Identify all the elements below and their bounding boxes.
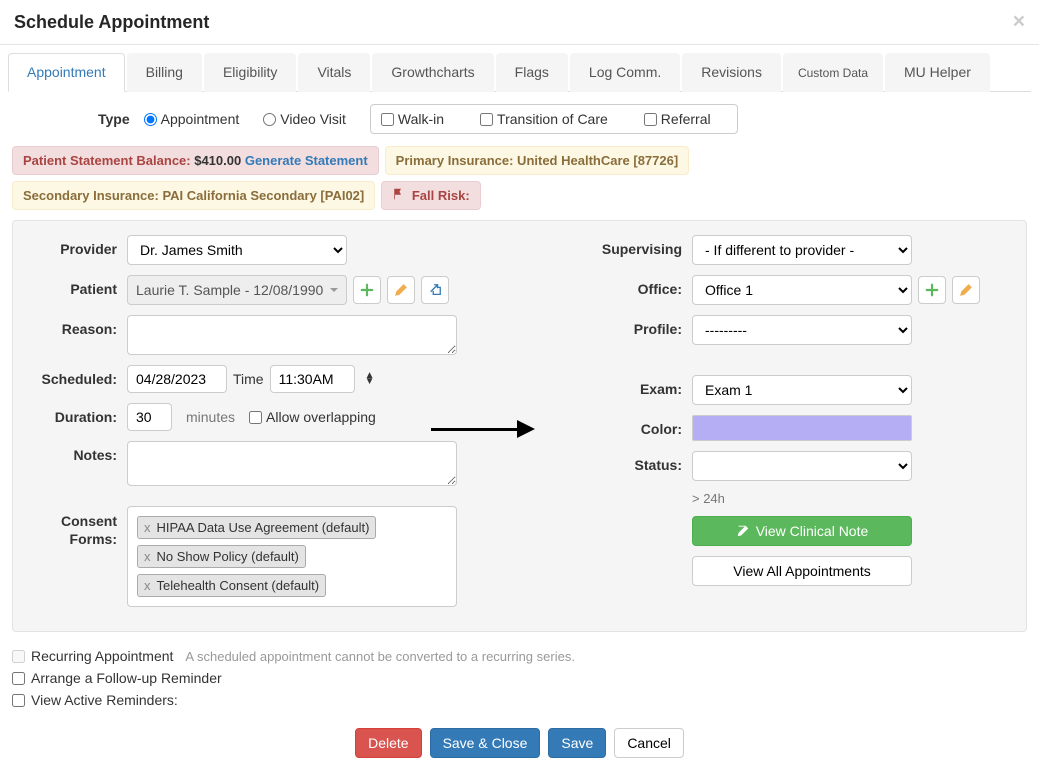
notes-textarea[interactable] [127, 441, 457, 486]
form-well: Provider Dr. James Smith Patient Laurie … [12, 220, 1027, 632]
recurring-note: A scheduled appointment cannot be conver… [185, 649, 575, 664]
chevron-down-icon [330, 288, 338, 292]
reason-label: Reason: [27, 315, 127, 337]
footer-buttons: Delete Save & Close Save Cancel [8, 720, 1031, 766]
profile-label: Profile: [592, 315, 692, 337]
save-close-button[interactable]: Save & Close [430, 728, 541, 758]
edit-icon [736, 524, 750, 538]
check-walkin[interactable]: Walk-in [381, 111, 444, 127]
exam-label: Exam: [592, 375, 692, 397]
tab-billing[interactable]: Billing [127, 53, 202, 92]
radio-appointment[interactable]: Appointment [144, 111, 240, 127]
followup-label: Arrange a Follow-up Reminder [31, 670, 222, 686]
consent-forms-box[interactable]: xHIPAA Data Use Agreement (default) xNo … [127, 506, 457, 607]
exam-select[interactable]: Exam 1 [692, 375, 912, 405]
consent-tag: xTelehealth Consent (default) [137, 574, 326, 597]
edit-office-button[interactable] [952, 276, 980, 304]
tab-flags[interactable]: Flags [496, 53, 568, 92]
tab-vitals[interactable]: Vitals [298, 53, 370, 92]
provider-select[interactable]: Dr. James Smith [127, 235, 347, 265]
check-transition[interactable]: Transition of Care [480, 111, 608, 127]
provider-label: Provider [27, 235, 127, 257]
modal-header: Schedule Appointment × [0, 0, 1039, 45]
gt24-text: > 24h [692, 491, 725, 506]
duration-label: Duration: [27, 403, 127, 425]
patient-select[interactable]: Laurie T. Sample - 12/08/1990 [127, 275, 347, 305]
recurring-checkbox [12, 650, 25, 663]
reason-textarea[interactable] [127, 315, 457, 355]
right-column: Supervising - If different to provider -… [592, 235, 1012, 617]
alert-badges: Patient Statement Balance: $410.00 Gener… [8, 146, 1031, 210]
time-spinner[interactable]: ▲▼ [365, 373, 375, 385]
add-office-button[interactable] [918, 276, 946, 304]
tab-bar: Appointment Billing Eligibility Vitals G… [8, 53, 1031, 92]
active-reminders-label: View Active Reminders: [31, 692, 178, 708]
status-label: Status: [592, 451, 692, 473]
schedule-appointment-modal: Schedule Appointment × Appointment Billi… [0, 0, 1039, 774]
flag-icon [392, 188, 408, 203]
secondary-insurance-alert: Secondary Insurance: PAI California Seco… [12, 181, 375, 210]
time-input[interactable] [270, 365, 355, 393]
fall-risk-alert: Fall Risk: [381, 181, 480, 210]
recurring-section: Recurring Appointment A scheduled appoin… [8, 642, 1031, 720]
balance-alert: Patient Statement Balance: $410.00 Gener… [12, 146, 379, 175]
modal-body: Appointment Billing Eligibility Vitals G… [0, 45, 1039, 774]
duration-input[interactable] [127, 403, 172, 431]
supervising-label: Supervising [592, 235, 692, 257]
recurring-label: Recurring Appointment [31, 648, 173, 664]
cancel-button[interactable]: Cancel [614, 728, 684, 758]
office-label: Office: [592, 275, 692, 297]
type-checks: Walk-in Transition of Care Referral [370, 104, 738, 134]
close-icon[interactable]: × [1013, 10, 1025, 34]
date-input[interactable] [127, 365, 227, 393]
tab-growthcharts[interactable]: Growthcharts [372, 53, 493, 92]
type-row: Type Appointment Video Visit Walk-in Tra… [8, 92, 1031, 146]
scheduled-label: Scheduled: [27, 365, 127, 387]
overlap-check[interactable]: Allow overlapping [249, 409, 376, 425]
supervising-select[interactable]: - If different to provider - [692, 235, 912, 265]
consent-label: Consent Forms: [27, 506, 127, 548]
view-all-appointments-button[interactable]: View All Appointments [692, 556, 912, 586]
delete-button[interactable]: Delete [355, 728, 421, 758]
modal-title: Schedule Appointment [14, 12, 209, 33]
active-reminders-checkbox[interactable] [12, 694, 25, 707]
color-label: Color: [592, 415, 692, 437]
generate-statement-link[interactable]: Generate Statement [245, 153, 368, 168]
annotation-arrow [431, 417, 541, 441]
share-patient-button[interactable] [421, 276, 449, 304]
remove-tag-icon[interactable]: x [144, 549, 151, 564]
color-picker[interactable] [692, 415, 912, 441]
primary-insurance-alert: Primary Insurance: United HealthCare [87… [385, 146, 690, 175]
check-referral[interactable]: Referral [644, 111, 711, 127]
add-patient-button[interactable] [353, 276, 381, 304]
office-select[interactable]: Office 1 [692, 275, 912, 305]
notes-label: Notes: [27, 441, 127, 463]
tab-customdata[interactable]: Custom Data [783, 53, 883, 92]
view-clinical-note-button[interactable]: View Clinical Note [692, 516, 912, 546]
time-label: Time [233, 371, 264, 387]
patient-label: Patient [27, 275, 127, 297]
tab-revisions[interactable]: Revisions [682, 53, 781, 92]
edit-patient-button[interactable] [387, 276, 415, 304]
radio-video-visit[interactable]: Video Visit [263, 111, 346, 127]
tab-eligibility[interactable]: Eligibility [204, 53, 296, 92]
save-button[interactable]: Save [548, 728, 606, 758]
chevron-down-icon[interactable]: ▼ [365, 379, 375, 385]
tab-logcomm[interactable]: Log Comm. [570, 53, 680, 92]
minutes-label: minutes [178, 409, 243, 425]
followup-checkbox[interactable] [12, 672, 25, 685]
type-label: Type [98, 111, 130, 127]
remove-tag-icon[interactable]: x [144, 578, 151, 593]
consent-tag: xNo Show Policy (default) [137, 545, 306, 568]
tab-muhelper[interactable]: MU Helper [885, 53, 990, 92]
remove-tag-icon[interactable]: x [144, 520, 151, 535]
consent-tag: xHIPAA Data Use Agreement (default) [137, 516, 376, 539]
profile-select[interactable]: --------- [692, 315, 912, 345]
tab-appointment[interactable]: Appointment [8, 53, 125, 92]
status-select[interactable] [692, 451, 912, 481]
